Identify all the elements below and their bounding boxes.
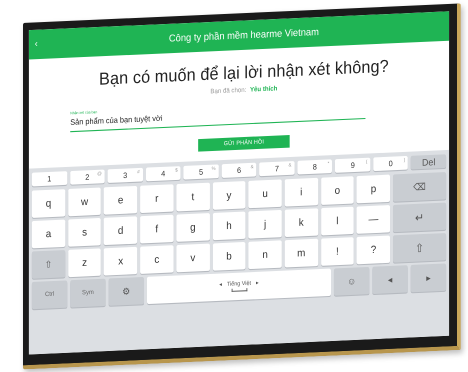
key-1[interactable]: 1 — [31, 171, 67, 187]
cursor-left-icon[interactable]: ◂ — [372, 265, 408, 295]
key-4[interactable]: 4 $ — [145, 166, 181, 182]
key-hint: ) — [403, 157, 406, 163]
language-prev-icon[interactable]: ◂ — [219, 282, 222, 288]
emoji-icon[interactable]: ☺ — [334, 266, 370, 296]
cursor-right-icon[interactable]: ▸ — [410, 263, 447, 293]
key-label: 7 — [274, 163, 279, 174]
key-n[interactable]: n — [248, 240, 282, 270]
submit-feedback-button[interactable]: GỬI PHẢN HỒI — [198, 134, 290, 152]
shift-left-icon[interactable]: ⇧ — [31, 250, 66, 279]
key-k[interactable]: k — [284, 208, 318, 238]
key-5[interactable]: 5% — [183, 164, 219, 180]
tablet-device: ‹ Công ty phần mềm hearme Vietnam Bạn có… — [23, 3, 461, 370]
key-u[interactable]: u — [248, 179, 282, 209]
shift-right-icon[interactable]: ⇧ — [393, 232, 447, 263]
key-c[interactable]: c — [140, 245, 174, 274]
sym-key[interactable]: Sym — [70, 278, 106, 308]
key-q[interactable]: q — [31, 189, 66, 218]
key-0[interactable]: 0) — [373, 155, 409, 172]
key-v[interactable]: v — [176, 243, 210, 273]
key-9[interactable]: 9( — [335, 157, 371, 173]
key-label: 5 — [199, 167, 204, 177]
space-bar[interactable]: ◂ Tiếng Việt ▸ — [146, 268, 332, 305]
key-8[interactable]: 8 * — [297, 159, 333, 175]
key-7[interactable]: 7 & — [259, 161, 295, 177]
key-i[interactable]: i — [284, 177, 318, 207]
backspace-icon[interactable]: ⌫ — [393, 172, 447, 202]
key-question[interactable]: ? — [356, 235, 391, 265]
key-hint: & — [288, 162, 292, 168]
key-label: 1 — [47, 173, 52, 184]
key-label: Del — [421, 156, 436, 168]
key-exclamation[interactable]: ! — [320, 237, 354, 266]
key-label: 3 — [123, 170, 128, 181]
language-switcher: ◂ Tiếng Việt ▸ — [219, 280, 258, 288]
key-hint: $ — [175, 167, 178, 173]
key-hint: & — [250, 163, 254, 170]
key-o[interactable]: o — [320, 176, 354, 205]
key-e[interactable]: e — [104, 185, 138, 215]
on-screen-keyboard: 1 2 @ 3 # 4 $ 5% 6 & 7 & 8 * 9( 0) Del q w e r… — [28, 149, 450, 355]
key-y[interactable]: y — [212, 181, 246, 210]
back-icon[interactable]: ‹ — [35, 38, 38, 49]
key-label: 2 — [85, 172, 90, 182]
key-label: 0 — [388, 158, 393, 169]
key-hint: @ — [97, 170, 102, 177]
app-title: Công ty phần mềm hearme Vietnam — [168, 26, 319, 45]
key-s[interactable]: s — [67, 217, 102, 247]
key-label: 9 — [350, 160, 355, 171]
settings-gear-icon[interactable]: ⚙ — [108, 276, 144, 306]
key-g[interactable]: g — [176, 213, 210, 242]
key-hint: # — [137, 168, 140, 175]
language-next-icon[interactable]: ▸ — [256, 280, 259, 286]
key-label: 6 — [236, 165, 242, 176]
key-label: 4 — [161, 168, 166, 179]
key-l[interactable]: l — [320, 206, 354, 236]
key-z[interactable]: z — [67, 248, 102, 278]
key-t[interactable]: t — [176, 182, 210, 212]
delete-key[interactable]: Del — [411, 154, 447, 170]
key-hint: % — [211, 165, 216, 172]
key-x[interactable]: x — [104, 246, 138, 276]
key-p[interactable]: p — [356, 174, 391, 204]
key-hint: ( — [365, 158, 368, 165]
space-icon — [231, 288, 247, 292]
ctrl-key[interactable]: Ctrl — [31, 280, 68, 310]
key-6[interactable]: 6 & — [221, 162, 257, 178]
key-r[interactable]: r — [140, 184, 174, 214]
key-j[interactable]: j — [248, 209, 282, 239]
chosen-value: Yêu thích — [249, 85, 278, 94]
tablet-screen: ‹ Công ty phần mềm hearme Vietnam Bạn có… — [28, 11, 450, 355]
key-f[interactable]: f — [140, 214, 174, 244]
app-bar: ‹ Công ty phần mềm hearme Vietnam — [28, 11, 450, 60]
key-w[interactable]: w — [67, 187, 102, 217]
language-label: Tiếng Việt — [226, 280, 252, 288]
key-a[interactable]: a — [31, 219, 66, 249]
key-dash[interactable]: — — [356, 205, 391, 234]
chosen-prefix: Bạn đã chọn: — [210, 86, 247, 96]
key-label: 8 — [312, 162, 317, 172]
key-hint: * — [327, 160, 330, 166]
key-d[interactable]: d — [104, 216, 138, 246]
enter-icon[interactable]: ↵ — [393, 202, 447, 233]
key-2[interactable]: 2 @ — [69, 169, 105, 185]
key-3[interactable]: 3 # — [107, 167, 143, 184]
key-b[interactable]: b — [212, 241, 246, 271]
key-m[interactable]: m — [284, 238, 318, 268]
key-h[interactable]: h — [212, 211, 246, 241]
